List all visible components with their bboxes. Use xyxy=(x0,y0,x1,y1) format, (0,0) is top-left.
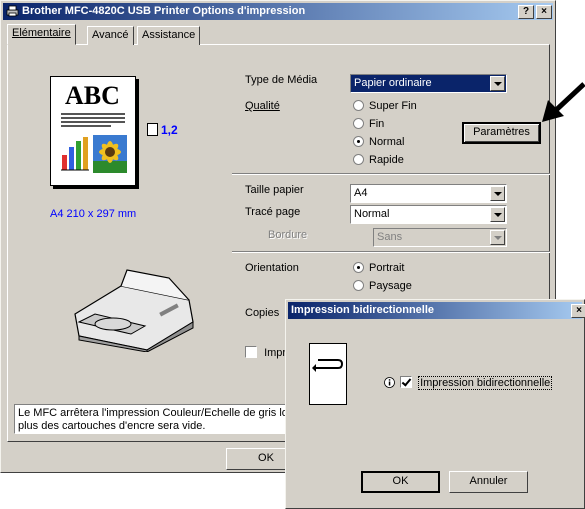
radio-paysage-label: Paysage xyxy=(369,280,412,292)
dialog-title: Impression bidirectionnelle xyxy=(291,304,435,316)
radio-portrait-dot[interactable] xyxy=(353,262,364,273)
paper-size-select[interactable]: A4 xyxy=(350,184,507,203)
orientation-label: Orientation xyxy=(245,262,299,274)
tab-assistance-label: Assistance xyxy=(142,29,196,41)
radio-normal-label: Normal xyxy=(369,136,405,148)
tab-elementaire[interactable]: Elémentaire xyxy=(7,24,76,45)
radio-paysage[interactable]: Paysage xyxy=(353,280,412,294)
preview-bar-chart xyxy=(61,135,89,171)
callout-arrow-icon xyxy=(542,82,585,122)
printer-image xyxy=(61,264,201,353)
media-type-value: Papier ordinaire xyxy=(354,77,432,89)
tab-elementaire-label: Elémentaire xyxy=(12,27,71,39)
dialog-close-button[interactable]: × xyxy=(571,304,585,318)
tab-avance-label: Avancé xyxy=(92,29,129,41)
tab-assistance[interactable]: Assistance xyxy=(137,26,201,45)
radio-normal[interactable]: Normal xyxy=(353,136,404,150)
radio-fin-dot[interactable] xyxy=(353,118,364,129)
bidirectional-checkbox-row[interactable]: Impression bidirectionnelle xyxy=(400,376,553,390)
bidirectional-dialog: Impression bidirectionnelle × Impression… xyxy=(285,299,585,509)
radio-portrait-label: Portrait xyxy=(369,262,405,274)
copy-count-text: 1,2 xyxy=(161,123,178,137)
radio-portrait[interactable]: Portrait xyxy=(353,262,404,276)
radio-rapide-dot[interactable] xyxy=(353,154,364,165)
separator-1 xyxy=(232,173,550,175)
dialog-title-bar[interactable]: Impression bidirectionnelle × xyxy=(288,302,585,319)
preview-abc-text: ABC xyxy=(65,81,120,110)
quality-label: Qualité xyxy=(245,100,280,112)
bidirectional-illustration xyxy=(309,343,347,405)
main-title-bar[interactable]: Brother MFC-4820C USB Printer Options d'… xyxy=(3,3,553,20)
page-layout-label: Tracé page xyxy=(245,206,301,218)
partial-checkbox-label: Impr xyxy=(264,347,287,359)
border-select[interactable]: Sans xyxy=(373,228,507,247)
close-button[interactable]: × xyxy=(536,5,552,19)
page-count-icon xyxy=(147,123,158,136)
chevron-down-icon[interactable] xyxy=(490,76,505,91)
radio-super-fin-dot[interactable] xyxy=(353,100,364,111)
radio-fin-label: Fin xyxy=(369,118,385,130)
info-icon xyxy=(384,377,395,388)
page-layout-select[interactable]: Normal xyxy=(350,205,507,224)
paper-size-label: Taille papier xyxy=(245,184,304,196)
copies-label: Copies xyxy=(245,307,280,319)
dialog-ok-button[interactable]: OK xyxy=(361,471,440,493)
partial-checkbox-row[interactable]: Impr xyxy=(245,346,286,359)
radio-super-fin[interactable]: Super Fin xyxy=(353,100,417,114)
tab-avance[interactable]: Avancé xyxy=(87,26,134,45)
chevron-down-icon[interactable] xyxy=(490,207,505,222)
radio-rapide-label: Rapide xyxy=(369,154,404,166)
media-type-label: Type de Média xyxy=(245,74,318,86)
page-layout-value: Normal xyxy=(354,208,390,220)
separator-2 xyxy=(232,251,550,253)
bidirectional-checkbox-label: Impression bidirectionnelle xyxy=(418,376,553,390)
radio-fin[interactable]: Fin xyxy=(353,118,384,132)
window-title: Brother MFC-4820C USB Printer Options d'… xyxy=(22,5,306,17)
help-button[interactable]: ? xyxy=(518,5,534,19)
radio-paysage-dot[interactable] xyxy=(353,280,364,291)
chevron-down-icon[interactable] xyxy=(490,186,505,201)
chevron-down-icon[interactable] xyxy=(490,230,505,245)
radio-normal-dot[interactable] xyxy=(353,136,364,147)
page-preview: ABC xyxy=(50,76,136,186)
radio-super-fin-label: Super Fin xyxy=(369,100,417,112)
border-value: Sans xyxy=(377,231,403,243)
printer-icon xyxy=(6,5,19,17)
bidirectional-checkbox[interactable] xyxy=(400,376,412,388)
settings-button[interactable]: Paramètres xyxy=(462,122,541,144)
paper-size-value: A4 xyxy=(354,187,368,199)
dialog-cancel-button[interactable]: Annuler xyxy=(449,471,528,493)
radio-rapide[interactable]: Rapide xyxy=(353,154,404,168)
border-label: Bordure xyxy=(268,229,308,241)
paper-info-text: A4 210 x 297 mm xyxy=(50,208,137,220)
media-type-select[interactable]: Papier ordinaire xyxy=(350,74,507,93)
preview-text-lines xyxy=(61,113,125,129)
preview-flower-image xyxy=(93,135,127,173)
partial-checkbox[interactable] xyxy=(245,346,257,358)
